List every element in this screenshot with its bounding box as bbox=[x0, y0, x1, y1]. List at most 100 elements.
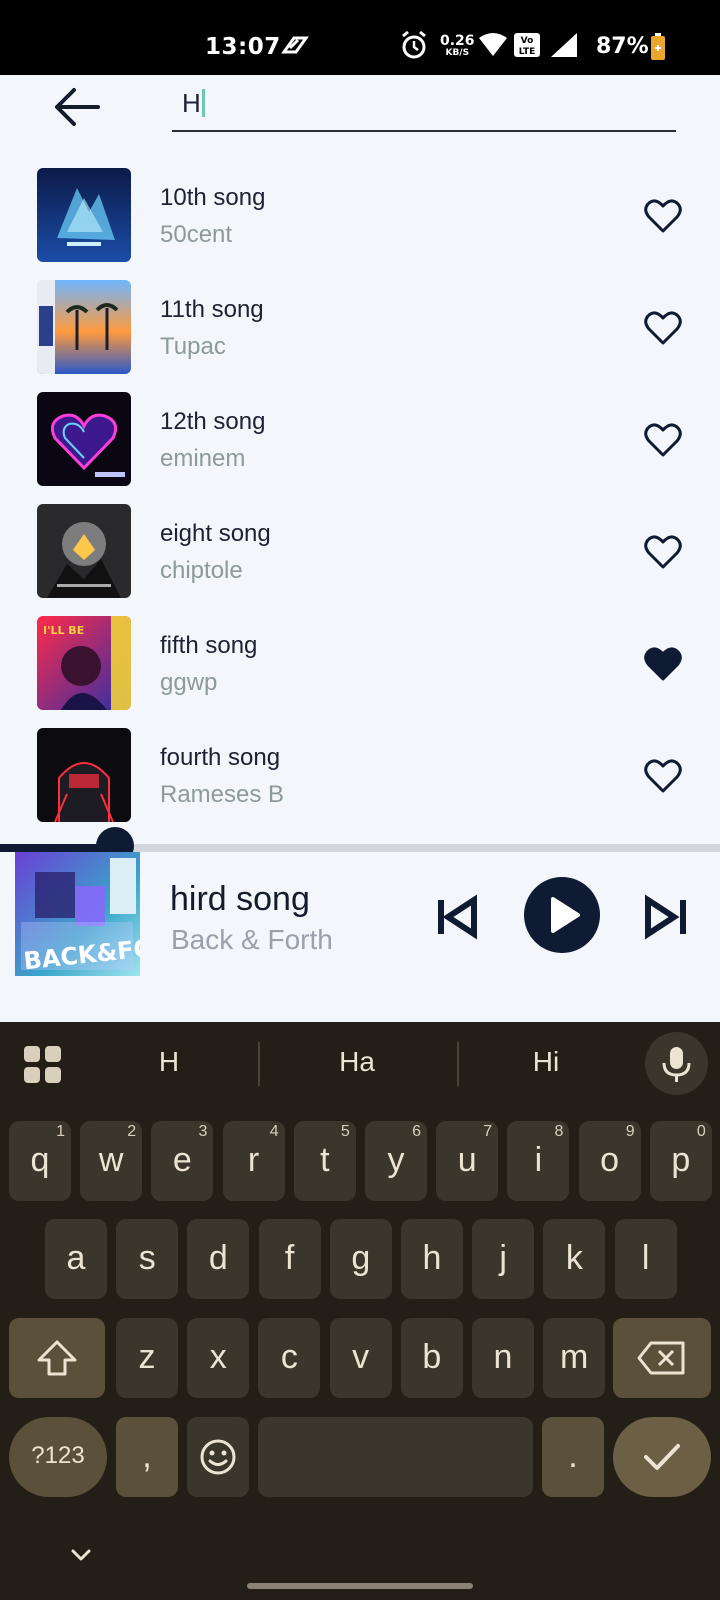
key-s[interactable]: s bbox=[116, 1219, 179, 1299]
song-list-item[interactable]: fourth song Rameses B bbox=[0, 728, 720, 840]
skip-previous-icon bbox=[438, 894, 477, 940]
key-label: v bbox=[352, 1338, 370, 1376]
key-label: q bbox=[30, 1141, 50, 1179]
suggestion-3[interactable]: Hi bbox=[486, 1046, 606, 1078]
chevron-down-icon bbox=[71, 1549, 91, 1561]
suggestion-2[interactable]: Ha bbox=[297, 1046, 417, 1078]
key-label: o bbox=[600, 1141, 620, 1179]
key-number-hint: 5 bbox=[340, 1123, 350, 1140]
key-number-hint: 3 bbox=[198, 1123, 208, 1140]
checkmark-icon bbox=[644, 1444, 680, 1470]
comma-key[interactable]: , bbox=[116, 1417, 178, 1497]
key-l[interactable]: l bbox=[614, 1219, 677, 1299]
key-p[interactable]: p0 bbox=[649, 1121, 712, 1201]
favorite-button[interactable] bbox=[643, 420, 683, 460]
album-cover bbox=[37, 280, 131, 374]
key-g[interactable]: g bbox=[329, 1219, 392, 1299]
key-label: y bbox=[387, 1141, 405, 1179]
key-c[interactable]: c bbox=[258, 1318, 321, 1398]
shift-key[interactable] bbox=[9, 1318, 105, 1398]
arrow-left-icon bbox=[55, 88, 100, 126]
period-key[interactable]: . bbox=[542, 1417, 604, 1497]
song-title: 10th song bbox=[160, 184, 266, 211]
symbols-key[interactable]: ?123 bbox=[9, 1417, 107, 1497]
key-label: u bbox=[457, 1141, 477, 1179]
key-t[interactable]: t5 bbox=[293, 1121, 356, 1201]
key-label: i bbox=[534, 1141, 543, 1179]
suggestion-1[interactable]: H bbox=[109, 1046, 229, 1078]
hide-keyboard-button[interactable] bbox=[66, 1546, 96, 1566]
voice-input-button[interactable] bbox=[645, 1032, 708, 1095]
key-label: d bbox=[208, 1239, 228, 1277]
mini-player[interactable]: BACK&FORTH hird song Back & Forth bbox=[0, 852, 720, 1022]
song-artist: chiptole bbox=[160, 557, 243, 584]
key-label: j bbox=[499, 1239, 507, 1277]
song-title: fourth song bbox=[160, 744, 281, 771]
key-y[interactable]: y6 bbox=[365, 1121, 427, 1201]
key-m[interactable]: m bbox=[543, 1318, 606, 1398]
previous-button[interactable] bbox=[432, 892, 482, 942]
album-cover bbox=[37, 392, 131, 486]
play-button[interactable] bbox=[524, 877, 600, 953]
keyboard-apps-icon[interactable] bbox=[24, 1046, 62, 1084]
now-playing-cover: BACK&FORTH bbox=[15, 852, 140, 976]
key-h[interactable]: h bbox=[401, 1219, 463, 1299]
song-list-item[interactable]: 12th song eminem bbox=[0, 392, 720, 504]
space-key[interactable] bbox=[258, 1417, 533, 1497]
song-title: eight song bbox=[160, 520, 271, 547]
search-input[interactable]: H bbox=[172, 82, 676, 132]
favorite-button[interactable] bbox=[643, 196, 683, 236]
key-label: n bbox=[493, 1338, 513, 1376]
key-label: g bbox=[351, 1239, 371, 1277]
song-list-item[interactable]: 11th song Tupac bbox=[0, 280, 720, 392]
key-j[interactable]: j bbox=[472, 1219, 535, 1299]
suggestion-divider bbox=[457, 1042, 459, 1086]
next-button[interactable] bbox=[642, 892, 692, 942]
key-b[interactable]: b bbox=[400, 1318, 463, 1398]
favorite-button[interactable] bbox=[643, 532, 683, 572]
key-n[interactable]: n bbox=[472, 1318, 534, 1398]
key-x[interactable]: x bbox=[187, 1318, 250, 1398]
backspace-key[interactable] bbox=[613, 1318, 711, 1398]
gesture-nav-bar[interactable] bbox=[247, 1583, 473, 1589]
emoji-key[interactable] bbox=[187, 1417, 249, 1497]
key-f[interactable]: f bbox=[258, 1219, 321, 1299]
key-label: f bbox=[284, 1239, 295, 1277]
key-label: p bbox=[671, 1141, 691, 1179]
key-e[interactable]: e3 bbox=[151, 1121, 214, 1201]
song-artist: Rameses B bbox=[160, 781, 285, 808]
key-w[interactable]: w2 bbox=[80, 1121, 143, 1201]
key-i[interactable]: i8 bbox=[507, 1121, 570, 1201]
song-list-item[interactable]: eight song chiptole bbox=[0, 504, 720, 616]
cellular-signal-icon bbox=[549, 32, 579, 62]
status-time: 13:07 bbox=[205, 34, 281, 60]
key-a[interactable]: a bbox=[45, 1219, 107, 1299]
suggestion-strip: H Ha Hi bbox=[0, 1022, 720, 1106]
song-artist: eminem bbox=[160, 445, 246, 472]
song-artist: Tupac bbox=[160, 333, 226, 360]
song-title: 11th song bbox=[160, 296, 264, 323]
key-label: m bbox=[560, 1338, 589, 1376]
key-u[interactable]: u7 bbox=[436, 1121, 499, 1201]
key-k[interactable]: k bbox=[543, 1219, 606, 1299]
key-number-hint: 4 bbox=[269, 1123, 279, 1140]
key-o[interactable]: o9 bbox=[578, 1121, 641, 1201]
svg-text:Vo: Vo bbox=[521, 36, 534, 46]
song-list-item[interactable]: I'LL BE fifth song ggwp bbox=[0, 616, 720, 728]
song-list-item[interactable]: 10th song 50cent bbox=[0, 168, 720, 280]
favorite-button[interactable] bbox=[643, 308, 683, 348]
now-playing-title: hird song bbox=[170, 880, 310, 918]
play-icon bbox=[551, 897, 580, 933]
back-button[interactable] bbox=[50, 83, 104, 131]
key-z[interactable]: z bbox=[116, 1318, 178, 1398]
key-q[interactable]: q1 bbox=[9, 1121, 71, 1201]
favorite-button[interactable] bbox=[643, 644, 683, 684]
enter-key[interactable] bbox=[613, 1417, 711, 1497]
key-d[interactable]: d bbox=[187, 1219, 250, 1299]
key-r[interactable]: r4 bbox=[222, 1121, 285, 1201]
album-cover bbox=[37, 168, 131, 262]
playback-progress-bar[interactable] bbox=[0, 827, 720, 865]
key-label: a bbox=[66, 1239, 86, 1277]
favorite-button[interactable] bbox=[643, 756, 683, 796]
key-v[interactable]: v bbox=[329, 1318, 392, 1398]
